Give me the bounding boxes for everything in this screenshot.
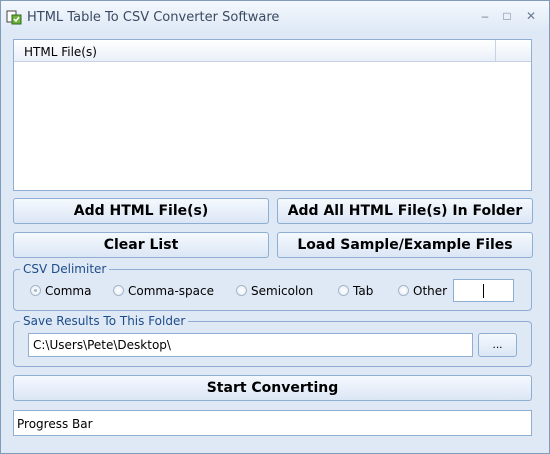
csv-delimiter-group: CSV Delimiter Comma Comma-space Semicolo… xyxy=(13,262,532,311)
column-header-html-files[interactable]: HTML File(s) xyxy=(14,40,496,62)
radio-comma-label: Comma xyxy=(45,284,92,298)
html-file-list[interactable]: HTML File(s) xyxy=(13,39,532,191)
browse-folder-button[interactable]: ... xyxy=(478,333,517,357)
radio-tab-label: Tab xyxy=(353,284,374,298)
radio-comma-space-indicator[interactable] xyxy=(113,285,124,296)
clear-list-button[interactable]: Clear List xyxy=(13,232,269,258)
list-header: HTML File(s) xyxy=(14,40,531,62)
add-folder-button[interactable]: Add All HTML File(s) In Folder xyxy=(277,198,533,224)
progress-bar: Progress Bar xyxy=(13,410,532,436)
close-button[interactable]: ✕ xyxy=(521,8,541,24)
radio-comma-indicator[interactable] xyxy=(30,285,41,296)
radio-semicolon-label: Semicolon xyxy=(251,284,314,298)
load-sample-files-button[interactable]: Load Sample/Example Files xyxy=(277,232,533,258)
app-window: HTML Table To CSV Converter Software – □… xyxy=(0,0,550,454)
minimize-button[interactable]: – xyxy=(475,8,495,24)
maximize-button[interactable]: □ xyxy=(497,8,517,24)
radio-semicolon-indicator[interactable] xyxy=(236,285,247,296)
app-icon xyxy=(6,10,22,25)
output-folder-input[interactable]: C:\Users\Pete\Desktop\ xyxy=(28,333,473,357)
save-folder-label: Save Results To This Folder xyxy=(20,314,189,328)
csv-delimiter-label: CSV Delimiter xyxy=(20,262,110,276)
save-folder-group: Save Results To This Folder C:\Users\Pet… xyxy=(13,314,532,367)
window-title: HTML Table To CSV Converter Software xyxy=(27,10,280,25)
radio-comma-space-label: Comma-space xyxy=(128,284,214,298)
radio-other-label: Other xyxy=(413,284,448,298)
title-bar[interactable]: HTML Table To CSV Converter Software – □… xyxy=(1,1,549,33)
text-cursor xyxy=(483,284,484,298)
start-converting-button[interactable]: Start Converting xyxy=(13,375,532,401)
add-html-files-button[interactable]: Add HTML File(s) xyxy=(13,198,269,224)
radio-tab-indicator[interactable] xyxy=(338,285,349,296)
radio-other-indicator[interactable] xyxy=(398,285,409,296)
